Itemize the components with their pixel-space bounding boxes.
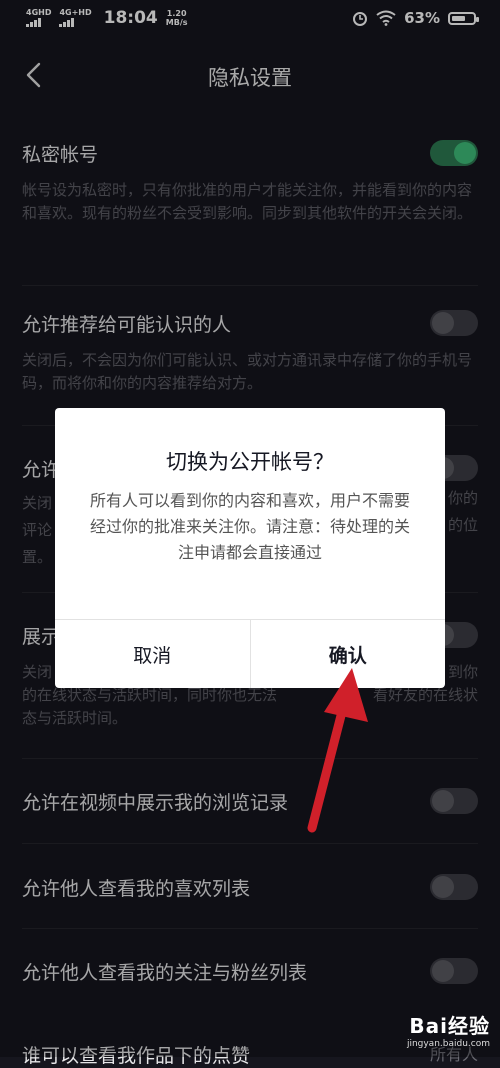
- watermark-url: jingyan.baidu.com: [406, 1039, 490, 1049]
- cancel-button[interactable]: 取消: [55, 620, 251, 688]
- watermark-logo: Bai经验: [409, 1014, 490, 1038]
- switch-public-dialog: 切换为公开帐号？ 所有人可以看到你的内容和喜欢，用户不需要经过你的批准来关注你。…: [55, 408, 445, 688]
- dialog-buttons: 取消 确认: [55, 619, 445, 688]
- dialog-title: 切换为公开帐号？: [166, 450, 334, 474]
- dialog-message: 所有人可以看到你的内容和喜欢，用户不需要经过你的批准来关注你。请注意：待处理的关…: [89, 491, 410, 562]
- baidu-jingyan-watermark: Bai经验 jingyan.baidu.com: [407, 1010, 490, 1049]
- annotation-arrow-icon: [307, 668, 368, 833]
